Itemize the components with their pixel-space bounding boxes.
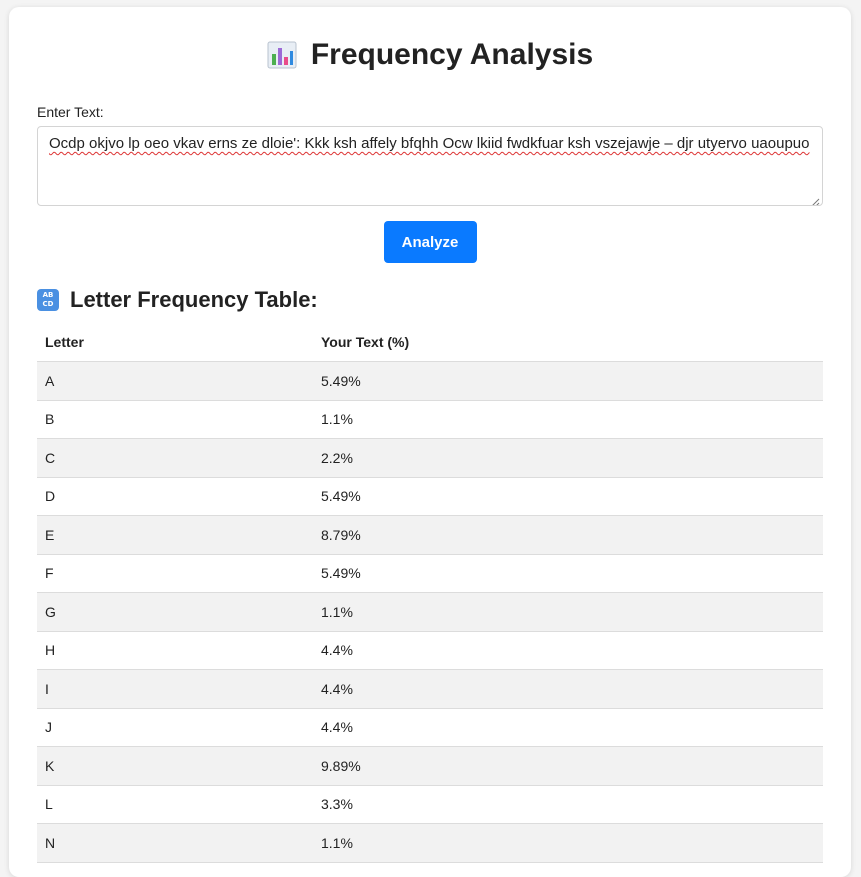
resize-handle-icon[interactable] bbox=[811, 194, 820, 205]
table-row: E 8.79% bbox=[37, 515, 823, 555]
frequency-table: Letter Your Text (%) A 5.49% B 1.1% C 2.… bbox=[37, 323, 823, 863]
percent-cell: 5.49% bbox=[313, 477, 823, 516]
table-header-row: Letter Your Text (%) bbox=[37, 323, 823, 362]
percent-cell: 4.4% bbox=[313, 669, 823, 709]
main-card: Frequency Analysis Enter Text: Ocdp okjv… bbox=[9, 7, 851, 877]
page-title: Frequency Analysis bbox=[267, 38, 593, 72]
table-row: J 4.4% bbox=[37, 708, 823, 747]
table-row: B 1.1% bbox=[37, 400, 823, 439]
title-row: Frequency Analysis bbox=[37, 7, 823, 103]
letter-cell: B bbox=[37, 400, 313, 439]
letter-cell: C bbox=[37, 438, 313, 478]
table-heading: AB CD Letter Frequency Table: bbox=[37, 285, 823, 315]
percent-cell: 4.4% bbox=[313, 708, 823, 747]
table-row: F 5.49% bbox=[37, 554, 823, 593]
percent-cell: 1.1% bbox=[313, 823, 823, 863]
table-row: D 5.49% bbox=[37, 477, 823, 516]
table-row: K 9.89% bbox=[37, 746, 823, 786]
letter-cell: F bbox=[37, 554, 313, 593]
table-row: G 1.1% bbox=[37, 592, 823, 632]
percent-cell: 1.1% bbox=[313, 592, 823, 632]
letter-cell: A bbox=[37, 361, 313, 401]
percent-cell: 2.2% bbox=[313, 438, 823, 478]
table-row: H 4.4% bbox=[37, 631, 823, 670]
percent-cell: 5.49% bbox=[313, 554, 823, 593]
bar-chart-icon bbox=[267, 40, 297, 70]
table-row: L 3.3% bbox=[37, 785, 823, 824]
letter-cell: H bbox=[37, 631, 313, 670]
column-header-percent: Your Text (%) bbox=[313, 323, 823, 362]
abcd-icon: AB CD bbox=[37, 289, 59, 311]
letter-cell: G bbox=[37, 592, 313, 632]
analyze-button[interactable]: Analyze bbox=[383, 221, 477, 263]
table-row: C 2.2% bbox=[37, 438, 823, 478]
table-row: A 5.49% bbox=[37, 361, 823, 401]
enter-text-label: Enter Text: bbox=[37, 104, 104, 120]
percent-cell: 8.79% bbox=[313, 515, 823, 555]
letter-cell: J bbox=[37, 708, 313, 747]
text-input-value: Ocdp okjvo lp oeo vkav erns ze dloie': K… bbox=[49, 135, 810, 152]
letter-cell: N bbox=[37, 823, 313, 863]
letter-cell: E bbox=[37, 515, 313, 555]
percent-cell: 5.49% bbox=[313, 361, 823, 401]
letter-cell: K bbox=[37, 746, 313, 786]
table-row: N 1.1% bbox=[37, 823, 823, 863]
letter-cell: I bbox=[37, 669, 313, 709]
percent-cell: 1.1% bbox=[313, 400, 823, 439]
column-header-letter: Letter bbox=[37, 323, 313, 362]
button-row: Analyze bbox=[37, 221, 823, 263]
percent-cell: 4.4% bbox=[313, 631, 823, 670]
table-heading-text: Letter Frequency Table: bbox=[70, 287, 318, 312]
table-row: I 4.4% bbox=[37, 669, 823, 709]
page-title-text: Frequency Analysis bbox=[310, 38, 594, 71]
letter-cell: D bbox=[37, 477, 313, 516]
letter-cell: L bbox=[37, 785, 313, 824]
percent-cell: 9.89% bbox=[313, 746, 823, 786]
text-input[interactable]: Ocdp okjvo lp oeo vkav erns ze dloie': K… bbox=[37, 126, 823, 206]
percent-cell: 3.3% bbox=[313, 785, 823, 824]
